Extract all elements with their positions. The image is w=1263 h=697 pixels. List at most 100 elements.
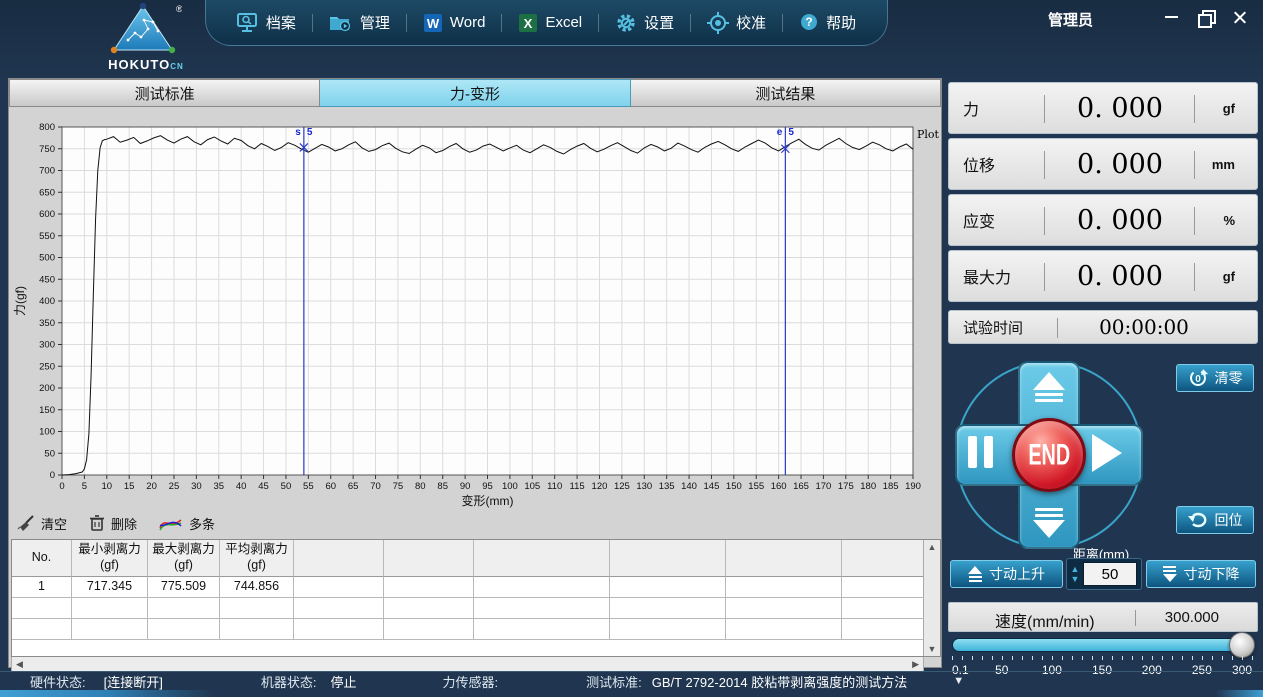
speed-slider-knob[interactable] <box>1229 632 1255 658</box>
svg-text:?: ? <box>805 15 812 29</box>
menu-item-help[interactable]: ? 帮助 <box>789 8 866 37</box>
clear-label: 清空 <box>41 514 67 533</box>
menu-item-excel[interactable]: X Excel <box>508 9 592 37</box>
test-standard-value[interactable]: GB/T 2792-2014 胶粘带剥离强度的测试方法 <box>652 672 908 691</box>
multi-curve-button[interactable]: 多条 <box>159 514 215 533</box>
svg-text:5: 5 <box>307 127 313 138</box>
svg-text:165: 165 <box>793 481 809 492</box>
svg-text:300: 300 <box>39 340 55 351</box>
menu-item-files[interactable]: 档案 <box>227 8 306 37</box>
tab-strip: 测试标准 力-变形 测试结果 <box>9 79 941 107</box>
scroll-right-icon[interactable]: ▶ <box>912 659 919 670</box>
pause-button[interactable] <box>968 436 993 468</box>
svg-text:60: 60 <box>325 481 336 492</box>
table-header-min-peel: 最小剥离力(gf) <box>72 540 148 577</box>
svg-text:45: 45 <box>258 481 269 492</box>
table-header-empty <box>294 540 384 577</box>
clear-curves-button[interactable]: 清空 <box>17 514 67 533</box>
zero-button[interactable]: 0 清零 <box>1176 364 1254 392</box>
table-row-empty[interactable] <box>12 598 923 619</box>
tab-force-deformation[interactable]: 力-变形 <box>320 79 630 107</box>
jog-down-button[interactable]: 寸动下降 <box>1146 560 1256 588</box>
svg-text:e: e <box>777 127 783 138</box>
timer-value: 00:00:00 <box>1061 315 1227 339</box>
readout-value: 0. 000 <box>1049 261 1191 292</box>
svg-text:50: 50 <box>281 481 292 492</box>
archive-monitor-icon <box>237 13 259 33</box>
close-icon[interactable] <box>1231 8 1249 26</box>
table-row[interactable]: 1 717.345 775.509 744.856 <box>12 577 923 598</box>
svg-text:170: 170 <box>815 481 831 492</box>
svg-text:700: 700 <box>39 166 55 177</box>
table-row-empty[interactable] <box>12 619 923 640</box>
spinner-up-icon[interactable]: ▲ <box>1071 565 1080 573</box>
menu-item-settings[interactable]: 设置 <box>605 8 684 38</box>
minimize-icon[interactable] <box>1163 8 1181 26</box>
end-button[interactable]: END <box>1012 418 1086 492</box>
svg-text:35: 35 <box>213 481 224 492</box>
svg-text:160: 160 <box>771 481 787 492</box>
scroll-up-icon[interactable]: ▲ <box>928 542 937 552</box>
readout-unit: % <box>1223 213 1235 228</box>
restore-icon[interactable] <box>1197 8 1215 26</box>
spinner-down-icon[interactable]: ▼ <box>1071 575 1080 583</box>
cell-min-peel: 717.345 <box>72 577 148 598</box>
svg-text:150: 150 <box>39 405 55 416</box>
svg-text:130: 130 <box>636 481 652 492</box>
delete-curve-button[interactable]: 删除 <box>89 514 137 533</box>
jog-up-button[interactable]: 寸动上升 <box>950 560 1063 588</box>
hardware-status-value: [连接断开] <box>104 672 163 691</box>
zero-label: 清零 <box>1215 368 1243 388</box>
excel-icon: X <box>518 13 538 33</box>
machine-status-label: 机器状态: <box>261 672 317 691</box>
svg-text:150: 150 <box>726 481 742 492</box>
svg-text:70: 70 <box>370 481 381 492</box>
menu-label: 档案 <box>266 12 296 33</box>
standard-dropdown-icon[interactable]: ▼ <box>953 675 964 687</box>
start-button[interactable] <box>1092 434 1122 472</box>
multi-label: 多条 <box>189 514 215 533</box>
move-down-button[interactable] <box>1017 508 1081 538</box>
table-header-max-peel: 最大剥离力(gf) <box>148 540 220 577</box>
scroll-left-icon[interactable]: ◀ <box>16 659 23 670</box>
jog-pad: END <box>954 360 1144 550</box>
chart-canvas[interactable]: 0510152025303540455055606570758085909510… <box>10 107 942 509</box>
scroll-down-icon[interactable]: ▼ <box>928 644 937 654</box>
table-horizontal-scrollbar[interactable]: ◀▶ <box>11 657 924 672</box>
settings-gear-icon <box>615 12 637 34</box>
speed-value: 300.000 <box>1165 609 1219 626</box>
readout-unit: mm <box>1212 157 1235 172</box>
chart-toolbar: 清空 删除 多条 <box>17 511 215 535</box>
move-up-button[interactable] <box>1017 372 1081 402</box>
svg-text:Plot: Plot <box>917 128 940 141</box>
logo-brand-text: HOKUTO <box>108 57 170 72</box>
play-icon <box>1092 434 1122 472</box>
table-header-no: No. <box>12 540 72 577</box>
readout-strain: 应变 0. 000 % <box>948 194 1258 246</box>
svg-text:500: 500 <box>39 253 55 264</box>
word-icon: W <box>423 13 443 33</box>
tab-test-results[interactable]: 测试结果 <box>631 79 941 107</box>
svg-text:145: 145 <box>704 481 720 492</box>
return-home-button[interactable]: 回位 <box>1176 506 1254 534</box>
readout-max-force: 最大力 0. 000 gf <box>948 250 1258 302</box>
svg-text:250: 250 <box>39 361 55 372</box>
menu-item-word[interactable]: W Word <box>413 9 496 37</box>
svg-text:W: W <box>427 16 440 31</box>
current-user-label: 管理员 <box>1048 9 1093 30</box>
table-vertical-scrollbar[interactable]: ▲▼ <box>923 540 940 656</box>
readout-unit: gf <box>1223 269 1235 284</box>
menu-item-manage[interactable]: 管理 <box>319 8 400 37</box>
svg-text:85: 85 <box>437 481 448 492</box>
menu-item-calibrate[interactable]: 校准 <box>697 8 776 38</box>
speed-slider[interactable] <box>952 638 1252 652</box>
svg-text:X: X <box>524 16 533 31</box>
distance-input[interactable] <box>1083 562 1137 586</box>
results-table: No. 最小剥离力(gf) 最大剥离力(gf) 平均剥离力(gf) 1 717.… <box>11 539 941 657</box>
up-arrow-icon <box>1033 372 1065 390</box>
readout-displacement: 位移 0. 000 mm <box>948 138 1258 190</box>
hardware-status-label: 硬件状态: <box>30 672 86 691</box>
menu-label: Word <box>450 14 486 31</box>
svg-text:10: 10 <box>102 481 113 492</box>
tab-test-standard[interactable]: 测试标准 <box>9 79 320 107</box>
